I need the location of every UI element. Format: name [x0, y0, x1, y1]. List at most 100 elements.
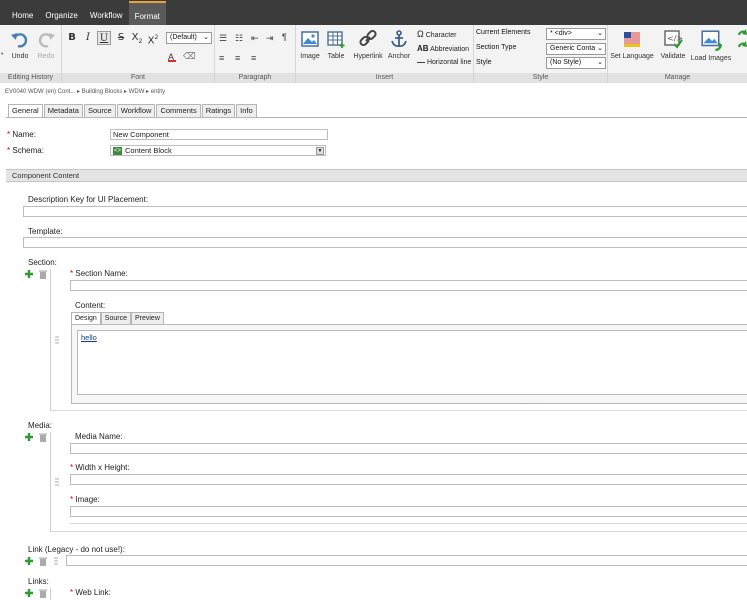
- tab-ratings[interactable]: Ratings: [201, 104, 236, 117]
- align-right-icon[interactable]: ≡: [251, 53, 256, 63]
- tab-source[interactable]: Source: [83, 104, 116, 117]
- insert-image-button[interactable]: Image: [298, 29, 322, 60]
- outdent-icon[interactable]: ⇤: [251, 33, 259, 44]
- width-height-input[interactable]: [70, 474, 747, 485]
- abbreviation-icon: AB: [417, 44, 429, 53]
- bold-button[interactable]: B: [65, 31, 79, 45]
- media-name-label: Media Name:: [75, 432, 123, 441]
- drag-handle-icon[interactable]: [55, 336, 59, 344]
- subscript-button[interactable]: X2: [130, 31, 144, 45]
- style-value: (No Style): [550, 59, 582, 66]
- load-images-icon: [701, 30, 722, 51]
- anchor-icon: [391, 30, 407, 48]
- rich-text-editor[interactable]: hello: [77, 330, 747, 395]
- validate-button[interactable]: </> Validate: [658, 29, 688, 60]
- hyperlink-icon: [359, 29, 377, 47]
- undo-label: Undo: [11, 53, 29, 60]
- menu-workflow[interactable]: Workflow: [84, 0, 129, 25]
- numbered-list-icon[interactable]: ☷: [235, 33, 243, 44]
- tab-info[interactable]: Info: [236, 104, 257, 117]
- add-icon[interactable]: [24, 588, 34, 598]
- section-name-input[interactable]: [70, 280, 747, 291]
- menu-home[interactable]: Home: [6, 0, 39, 25]
- tab-general[interactable]: General: [8, 104, 43, 118]
- font-color-button[interactable]: A: [168, 52, 176, 62]
- resize-grip-icon[interactable]: ······: [520, 401, 538, 407]
- media-inner-divider: [70, 523, 747, 524]
- schema-select[interactable]: <> Content Block ▼: [110, 145, 326, 156]
- add-icon[interactable]: [24, 432, 34, 442]
- web-link-label: * Web Link:: [70, 588, 111, 597]
- image-input[interactable]: [70, 506, 747, 517]
- trash-icon[interactable]: [38, 269, 48, 279]
- font-color-icon: A: [168, 52, 176, 62]
- description-key-input[interactable]: [23, 206, 747, 217]
- strikethrough-button[interactable]: S: [114, 31, 128, 45]
- image-label-text: Image:: [75, 495, 100, 504]
- section-type-value: Generic Conta: [550, 45, 596, 52]
- chevron-down-icon: ⌄: [597, 59, 603, 66]
- menu-format[interactable]: Format: [128, 1, 166, 25]
- breadcrumb[interactable]: EV0040 WDW (en) Cont... ▸ Building Block…: [5, 88, 165, 95]
- add-icon[interactable]: [24, 556, 34, 566]
- group-font: B I U S X2 X2 (Default) ⌄ A ⌫ Font: [62, 25, 215, 83]
- drag-handle-icon[interactable]: [55, 478, 59, 486]
- insert-horizontal-line-button[interactable]: Horizontal line: [417, 59, 471, 66]
- insert-abbreviation-button[interactable]: AB Abbreviation: [417, 44, 469, 53]
- load-images-button[interactable]: Load Images: [690, 29, 732, 62]
- editor-tab-preview[interactable]: Preview: [130, 312, 164, 324]
- editor-tab-source[interactable]: Source: [100, 312, 131, 324]
- undo-button[interactable]: Undo: [8, 29, 32, 60]
- insert-table-button[interactable]: Table: [324, 29, 348, 60]
- section-type-select[interactable]: Generic Conta ⌄: [546, 43, 606, 55]
- links-border: [50, 588, 51, 600]
- font-select[interactable]: (Default) ⌄: [166, 32, 212, 44]
- refresh-icon: [738, 29, 747, 48]
- paragraph-group-label: Paragraph: [215, 73, 295, 83]
- trash-icon[interactable]: [38, 432, 48, 442]
- bullet-list-icon[interactable]: ☰: [219, 33, 227, 44]
- group-editing-history: Undo Redo Editing History: [0, 25, 62, 83]
- redo-icon: [38, 33, 55, 48]
- clear-format-icon: ⌫: [183, 51, 196, 61]
- template-input[interactable]: [23, 237, 747, 248]
- align-left-icon[interactable]: ≡: [219, 53, 224, 63]
- insert-anchor-button[interactable]: Anchor: [386, 29, 412, 60]
- editor-content: hello: [81, 333, 97, 342]
- insert-character-button[interactable]: Ω Character: [417, 29, 456, 39]
- underline-button[interactable]: U: [97, 31, 111, 45]
- image-icon: [301, 31, 319, 47]
- add-icon[interactable]: [24, 269, 34, 279]
- name-input[interactable]: New Component: [110, 129, 328, 140]
- current-elements-label: Current Elements: [476, 29, 531, 36]
- tab-workflow[interactable]: Workflow: [116, 104, 156, 117]
- section-name-label: * Section Name:: [70, 269, 128, 278]
- paragraph-mark-icon[interactable]: ¶: [282, 32, 287, 42]
- trash-icon[interactable]: [38, 556, 48, 566]
- insert-hyperlink-button[interactable]: Hyperlink: [352, 29, 384, 60]
- table-icon: [327, 31, 345, 48]
- template-label: Template:: [28, 227, 63, 236]
- tab-metadata[interactable]: Metadata: [43, 104, 83, 117]
- component-content-header[interactable]: Component Content: [6, 169, 747, 182]
- redo-button[interactable]: Redo: [34, 29, 58, 60]
- tab-comments[interactable]: Comments: [156, 104, 201, 117]
- indent-icon[interactable]: ⇥: [266, 33, 274, 44]
- media-name-input[interactable]: [70, 443, 747, 454]
- set-language-button[interactable]: Set Language: [608, 29, 656, 60]
- clear-format-button[interactable]: ⌫: [183, 51, 196, 62]
- drag-handle-icon[interactable]: [54, 557, 58, 565]
- menu-organize[interactable]: Organize: [39, 0, 83, 25]
- style-select[interactable]: (No Style) ⌄: [546, 57, 606, 69]
- align-center-icon[interactable]: ≡: [235, 53, 240, 63]
- refresh-icons[interactable]: [737, 27, 747, 55]
- editor-tab-design[interactable]: Design: [71, 312, 101, 324]
- link-legacy-input[interactable]: [66, 555, 747, 566]
- horizontal-line-icon: [417, 61, 425, 63]
- italic-button[interactable]: I: [81, 31, 95, 45]
- superscript-button[interactable]: X2: [146, 31, 160, 46]
- trash-icon[interactable]: [38, 588, 48, 598]
- flag-icon: [624, 32, 640, 47]
- font-select-value: (Default): [170, 34, 197, 41]
- current-elements-select[interactable]: * <div> ⌄: [546, 28, 606, 40]
